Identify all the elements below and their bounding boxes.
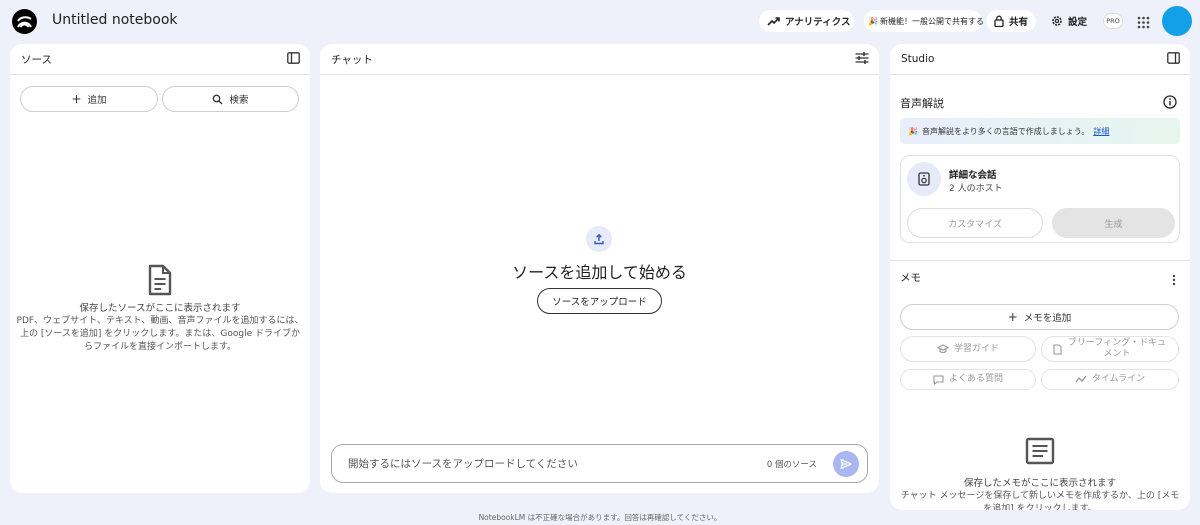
search-sparkle-icon: [213, 94, 223, 104]
briefing-doc-button[interactable]: ブリーフィング・ドキュメント: [1041, 336, 1179, 362]
speaker-icon: [907, 162, 941, 196]
send-button[interactable]: [833, 450, 859, 477]
document-outline-icon: [1053, 343, 1062, 355]
chat-headline: ソースを追加して始める: [512, 263, 687, 282]
pro-badge: PRO: [1103, 13, 1123, 29]
memo-empty-title: 保存したメモがここに表示されます: [963, 478, 1116, 489]
add-memo-label: メモを追加: [1023, 313, 1072, 324]
chat-bubble-icon: [933, 374, 944, 385]
sources-header: ソース: [10, 44, 310, 75]
generate-button[interactable]: 生成: [1052, 208, 1175, 238]
audio-card-subtitle: 2 人のホスト: [949, 184, 1003, 194]
upload-icon: [586, 226, 612, 252]
upload-source-button[interactable]: ソースをアップロード: [537, 288, 662, 314]
chat-title: チャット: [331, 53, 373, 66]
studio-header: Studio: [890, 44, 1190, 75]
sources-empty-description: PDF、ウェブサイト、テキスト、動画、音声ファイルを追加するには、上の [ソース…: [16, 316, 304, 352]
collapse-panel-icon[interactable]: [287, 51, 300, 67]
plus-icon: +: [1007, 310, 1018, 324]
new-feature-label: 新機能！一般公開で共有する: [879, 16, 984, 26]
timeline-button[interactable]: タイムライン: [1041, 369, 1179, 390]
add-source-button[interactable]: + 追加: [20, 86, 158, 112]
analytics-label: アナリティクス: [785, 17, 851, 28]
memo-section-title: メモ: [900, 272, 921, 284]
graduation-cap-icon: [936, 344, 949, 354]
share-button[interactable]: 共有: [986, 10, 1036, 32]
sources-title: ソース: [21, 53, 52, 66]
notebooklm-logo-icon[interactable]: [12, 9, 37, 34]
search-source-button[interactable]: 検索: [162, 86, 299, 112]
collapse-panel-icon[interactable]: [1167, 51, 1180, 67]
briefing-doc-label: ブリーフィング・ドキュメント: [1067, 338, 1167, 359]
share-label: 共有: [1009, 17, 1029, 28]
info-icon[interactable]: [1163, 94, 1177, 113]
sources-empty-title: 保存したソースがここに表示されます: [79, 303, 241, 314]
study-guide-label: 学習ガイド: [953, 343, 999, 354]
faq-button[interactable]: よくある質問: [900, 369, 1036, 390]
lock-icon: [994, 15, 1004, 27]
timeline-label: タイムライン: [1091, 374, 1146, 384]
source-count: 0 個のソース: [766, 459, 817, 470]
top-bar: Untitled notebook アナリティクス 🎉 新機能！一般公開で共有す…: [0, 0, 1200, 42]
settings-button[interactable]: 設定: [1043, 10, 1095, 32]
footer-disclaimer: NotebookLM は不正確な場合があります。回答は再確認してください。: [478, 513, 722, 522]
audio-card-title: 詳細な会話: [949, 170, 997, 181]
studio-panel: Studio 音声解説 🎉 音声解説をより多くの言語で作成しましょう。 詳細 詳…: [890, 44, 1190, 510]
study-guide-button[interactable]: 学習ガイド: [900, 336, 1036, 362]
apps-grid-icon[interactable]: [1137, 14, 1150, 33]
banner-text: 音声解説をより多くの言語で作成しましょう。: [921, 126, 1090, 136]
chat-panel: チャット ソースを追加して始める ソースをアップロード 開始するにはソースをアッ…: [320, 44, 879, 493]
chat-header: チャット: [320, 44, 879, 75]
add-source-label: 追加: [87, 95, 107, 106]
sources-empty-state: 保存したソースがここに表示されます PDF、ウェブサイト、テキスト、動画、音声フ…: [10, 264, 310, 354]
add-memo-button[interactable]: + メモを追加: [900, 304, 1179, 330]
analytics-button[interactable]: アナリティクス: [759, 10, 854, 32]
audio-language-banner: 🎉 音声解説をより多くの言語で作成しましょう。 詳細: [900, 118, 1180, 144]
party-popper-icon: 🎉: [868, 16, 878, 26]
new-feature-button[interactable]: 🎉 新機能！一般公開で共有する: [864, 10, 984, 32]
party-popper-icon: 🎉: [908, 126, 918, 136]
send-icon: [840, 458, 852, 469]
timeline-icon: [1075, 375, 1087, 383]
memo-empty-description: チャット メッセージを保存して新しいメモを作成するか、上の [メモを追加] をク…: [900, 491, 1180, 510]
sources-panel: ソース + 追加 検索 保存したソースがここに表示されます PDF、ウェブサイト…: [10, 44, 310, 493]
notebook-title[interactable]: Untitled notebook: [52, 12, 178, 28]
trending-up-icon: [767, 17, 780, 26]
chat-input[interactable]: 開始するにはソースをアップロードしてください 0 個のソース: [331, 444, 868, 483]
more-vert-icon[interactable]: [1172, 271, 1176, 290]
search-source-label: 検索: [229, 95, 249, 106]
customize-button[interactable]: カスタマイズ: [907, 208, 1043, 238]
banner-learn-more-link[interactable]: 詳細: [1093, 126, 1109, 137]
tune-settings-icon[interactable]: [855, 51, 869, 67]
studio-title: Studio: [901, 53, 935, 65]
chat-input-placeholder: 開始するにはソースをアップロードしてください: [348, 458, 578, 470]
faq-label: よくある質問: [948, 374, 1003, 384]
note-icon: [1025, 437, 1055, 465]
plus-icon: +: [71, 92, 82, 106]
document-icon: [148, 264, 172, 296]
memo-empty-state: 保存したメモがここに表示されます チャット メッセージを保存して新しいメモを作成…: [890, 437, 1190, 510]
avatar[interactable]: [1162, 6, 1192, 36]
studio-divider: [890, 260, 1190, 261]
audio-overview-title: 音声解説: [900, 97, 944, 110]
gear-icon: [1052, 16, 1062, 26]
settings-label: 設定: [1068, 17, 1088, 28]
audio-overview-card: 詳細な会話 2 人のホスト カスタマイズ 生成: [900, 155, 1180, 243]
